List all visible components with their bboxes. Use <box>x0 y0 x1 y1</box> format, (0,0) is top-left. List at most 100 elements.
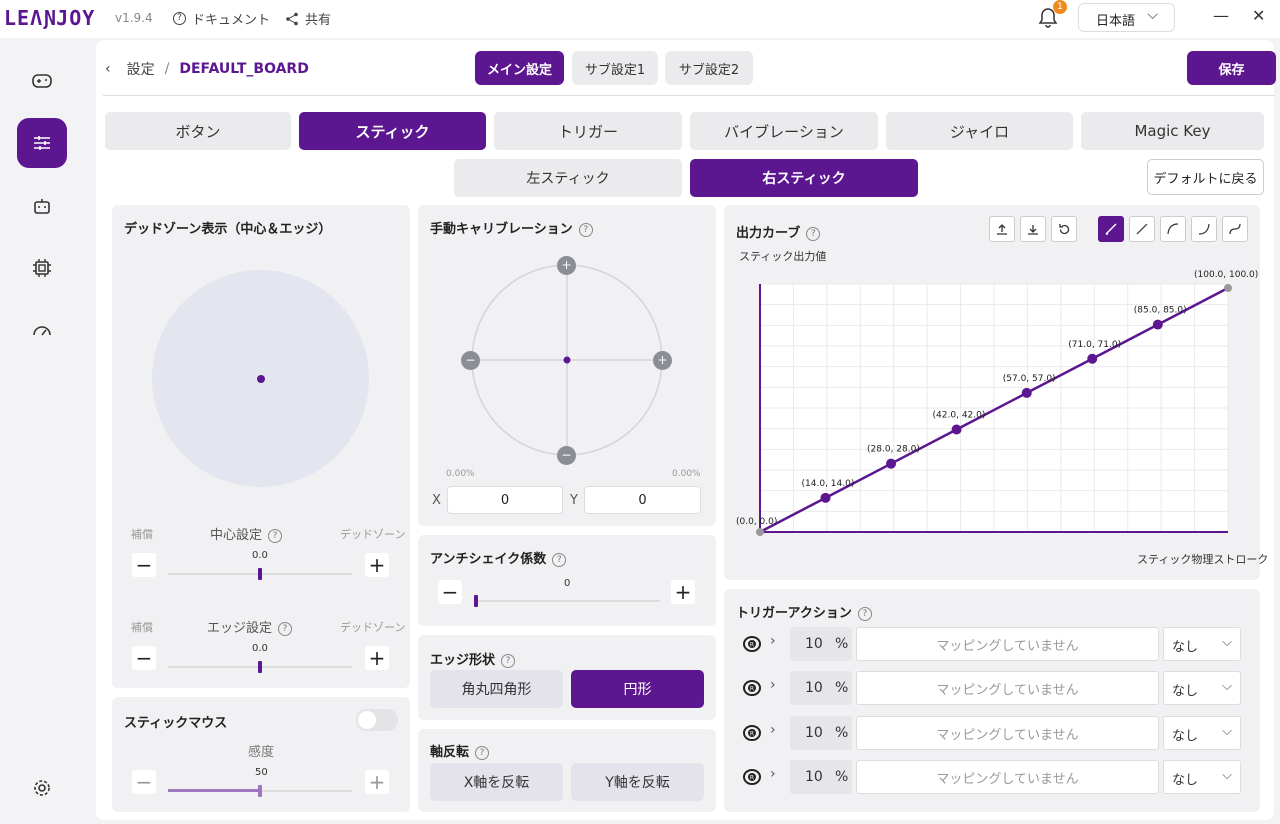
chevron-down-icon: ⌵ <box>1147 7 1158 23</box>
invert-x-button[interactable]: X軸を反転 <box>430 763 563 801</box>
back-chevron-icon[interactable]: ‹ <box>105 61 111 77</box>
sidebar-item-settings[interactable] <box>17 118 67 168</box>
subtab-left-stick[interactable]: 左スティック <box>454 159 682 197</box>
svg-text:R: R <box>750 642 754 649</box>
profile-sub1[interactable]: サブ設定1 <box>572 51 658 85</box>
stick-mouse-title: スティックマウス <box>124 716 228 731</box>
breadcrumb-settings[interactable]: 設定 <box>127 59 155 79</box>
sidebar-item-gauge[interactable] <box>17 305 67 355</box>
trigger-expand-chevron-icon[interactable]: › <box>770 722 776 738</box>
curve-point[interactable] <box>951 424 962 435</box>
trigger-mapping-field[interactable]: マッピングしていません <box>856 671 1159 705</box>
trigger-mode-select[interactable]: なし ⌵ <box>1163 760 1241 794</box>
trigger-expand-chevron-icon[interactable]: › <box>770 633 776 649</box>
trigger-mode-select[interactable]: なし ⌵ <box>1163 716 1241 750</box>
curve-point-label: (28.0, 28.0) <box>867 445 920 455</box>
docs-label: ドキュメント <box>192 13 271 28</box>
edge-shape-rounded-rect[interactable]: 角丸四角形 <box>430 670 563 708</box>
center-increase-button[interactable]: + <box>365 553 389 577</box>
trigger-mapping-field[interactable]: マッピングしていません <box>856 627 1159 661</box>
calibration-pct-right: 0.00% <box>672 469 701 479</box>
x-input[interactable]: 0 <box>447 486 563 514</box>
tab-button[interactable]: ボタン <box>105 112 291 150</box>
save-button[interactable]: 保存 <box>1187 51 1276 85</box>
trigger-threshold-box[interactable]: 10 % <box>790 716 852 750</box>
svg-text:R: R <box>750 686 754 693</box>
share-link[interactable]: 共有 <box>285 9 331 28</box>
calibrate-bottom-minus[interactable]: − <box>557 446 576 465</box>
output-curve-chart[interactable]: (0.0, 0.0) (14.0, 14.0) (28.0, 28.0) (42.0,… <box>724 205 1260 580</box>
profile-main[interactable]: メイン設定 <box>475 51 564 85</box>
sidebar-item-chip[interactable] <box>17 243 67 293</box>
subtab-right-stick[interactable]: 右スティック <box>690 159 918 197</box>
chevron-down-icon: ⌵ <box>1222 768 1232 783</box>
curve-point-label: (100.0, 100.0) <box>1194 270 1258 280</box>
trigger-threshold-box[interactable]: 10 % <box>790 671 852 705</box>
language-select[interactable]: 日本語 ⌵ <box>1078 3 1175 32</box>
profile-sub2[interactable]: サブ設定2 <box>665 51 753 85</box>
edge-decrease-button[interactable]: − <box>132 646 156 670</box>
curve-point-label: (14.0, 14.0) <box>802 479 855 489</box>
tab-vibration[interactable]: バイブレーション <box>690 112 878 150</box>
trigger-mode-select[interactable]: なし ⌵ <box>1163 671 1241 705</box>
edge-shape-circle[interactable]: 円形 <box>571 670 704 708</box>
curve-point[interactable] <box>1087 353 1098 364</box>
calibrate-top-plus[interactable]: + <box>557 256 576 275</box>
antishake-slider-track[interactable] <box>474 600 660 602</box>
sensitivity-increase-button[interactable]: + <box>365 770 389 794</box>
tab-magic-key[interactable]: Magic Key <box>1081 112 1264 150</box>
edge-increase-button[interactable]: + <box>365 646 389 670</box>
trigger-stick-icon: R <box>742 679 762 697</box>
trigger-mode-select[interactable]: なし ⌵ <box>1163 627 1241 661</box>
sensitivity-slider-handle[interactable] <box>258 785 262 797</box>
curve-point[interactable] <box>1224 284 1232 292</box>
center-decrease-button[interactable]: − <box>132 553 156 577</box>
calibrate-right-plus[interactable]: + <box>653 351 672 370</box>
curve-point[interactable] <box>756 528 764 536</box>
curve-point[interactable] <box>1021 387 1032 398</box>
sidebar-item-robot[interactable] <box>17 181 67 231</box>
sensitivity-decrease-button[interactable]: − <box>132 770 156 794</box>
invert-y-button[interactable]: Y軸を反転 <box>571 763 704 801</box>
trigger-threshold-box[interactable]: 10 % <box>790 627 852 661</box>
sidebar-item-app-settings[interactable] <box>17 763 67 813</box>
reset-default-button[interactable]: デフォルトに戻る <box>1147 159 1264 195</box>
tab-gyro[interactable]: ジャイロ <box>886 112 1073 150</box>
deadzone-title: デッドゾーン表示（中心＆エッジ） <box>124 222 332 237</box>
y-label: Y <box>570 493 578 508</box>
trigger-expand-chevron-icon[interactable]: › <box>770 766 776 782</box>
sensitivity-slider-fill <box>168 789 260 792</box>
trigger-stick-icon: R <box>742 635 762 653</box>
calibrate-left-minus[interactable]: − <box>461 351 480 370</box>
calibration-pct-left: 0.00% <box>446 469 475 479</box>
antishake-slider-handle[interactable] <box>474 595 478 607</box>
toggle-knob <box>358 711 376 729</box>
tab-stick[interactable]: スティック <box>299 112 486 150</box>
tab-trigger[interactable]: トリガー <box>494 112 682 150</box>
calibration-title: 手動キャリブレーション? <box>430 218 593 237</box>
trigger-mapping-field[interactable]: マッピングしていません <box>856 716 1159 750</box>
trigger-expand-chevron-icon[interactable]: › <box>770 677 776 693</box>
curve-point[interactable] <box>886 458 897 469</box>
antishake-decrease-button[interactable]: − <box>438 580 462 604</box>
center-value: 0.0 <box>252 550 268 561</box>
y-input[interactable]: 0 <box>584 486 701 514</box>
sidebar-item-gamepad[interactable] <box>17 56 67 106</box>
breadcrumb-separator: / <box>164 61 170 77</box>
curve-point-label: (57.0, 57.0) <box>1003 374 1056 384</box>
center-slider-handle[interactable] <box>258 568 262 580</box>
trigger-mapping-field[interactable]: マッピングしていません <box>856 760 1159 794</box>
share-label: 共有 <box>305 13 332 28</box>
edge-slider-handle[interactable] <box>258 661 262 673</box>
share-icon <box>286 12 298 25</box>
curve-point[interactable] <box>820 492 831 503</box>
curve-point[interactable] <box>1152 319 1163 330</box>
svg-text:R: R <box>750 731 754 738</box>
docs-link[interactable]: ? ドキュメント <box>173 9 270 28</box>
trigger-threshold-box[interactable]: 10 % <box>790 760 852 794</box>
antishake-increase-button[interactable]: + <box>671 580 695 604</box>
curve-point-label: (85.0, 85.0) <box>1134 306 1187 316</box>
stick-mouse-toggle[interactable] <box>356 709 398 731</box>
minimize-button[interactable]: — <box>1213 6 1229 25</box>
close-button[interactable]: ✕ <box>1252 6 1265 25</box>
